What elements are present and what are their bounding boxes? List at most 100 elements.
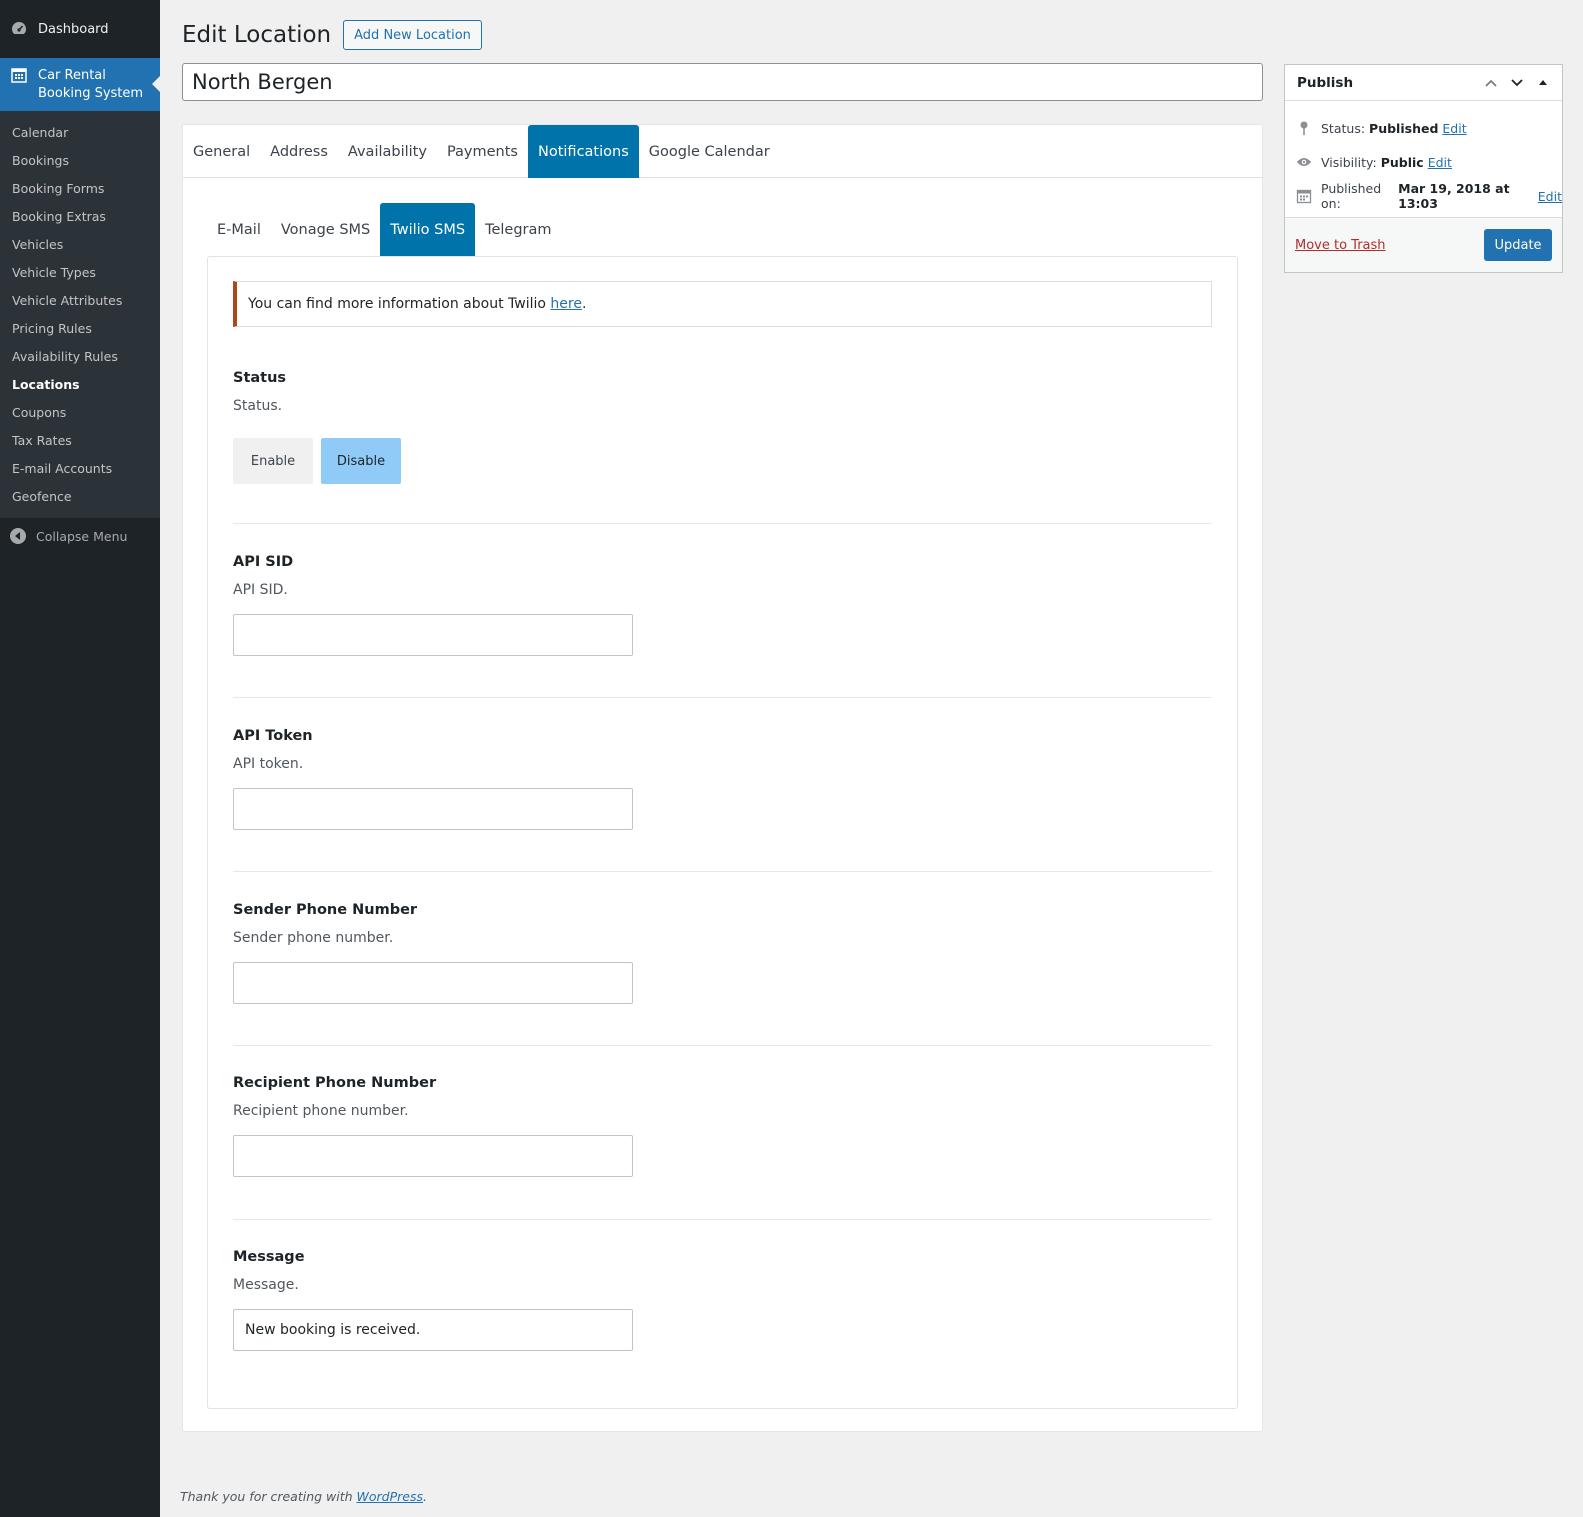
enable-button[interactable]: Enable bbox=[233, 438, 313, 484]
sidebar-item-geofence[interactable]: Geofence bbox=[0, 482, 160, 510]
field-description: Status. bbox=[233, 398, 283, 414]
field-label: Sender Phone Number bbox=[233, 902, 418, 918]
status-value: Published bbox=[1369, 120, 1439, 136]
sidebar-item-dashboard[interactable]: Dashboard bbox=[0, 0, 160, 58]
sidebar-item-tax-rates[interactable]: Tax Rates bbox=[0, 426, 160, 454]
pin-icon bbox=[1296, 120, 1312, 136]
notice-link[interactable]: here bbox=[550, 296, 582, 312]
tab-address[interactable]: Address bbox=[260, 125, 338, 178]
sidebar-item-locations[interactable]: Locations bbox=[0, 370, 160, 398]
subtab-twilio-sms[interactable]: Twilio SMS bbox=[380, 203, 476, 256]
active-menu-arrow bbox=[152, 76, 160, 92]
add-new-location-button[interactable]: Add New Location bbox=[343, 20, 482, 50]
publish-info: Status: Published Edit Visibility: Publi… bbox=[1285, 101, 1562, 213]
api-token-field: API Token API token. bbox=[233, 728, 1212, 830]
admin-footer: Thank you for creating with WordPress. bbox=[180, 1489, 427, 1504]
caret-up-icon[interactable] bbox=[1530, 70, 1556, 96]
status-label: Status: bbox=[1321, 120, 1366, 136]
field-description: API SID. bbox=[233, 582, 288, 598]
message-field: Message Message. New booking is received… bbox=[233, 1249, 1212, 1351]
publish-controls bbox=[1478, 65, 1556, 101]
wordpress-link[interactable]: WordPress bbox=[357, 1489, 423, 1504]
tab-general[interactable]: General bbox=[183, 125, 260, 178]
sidebar-item-label: Dashboard bbox=[38, 21, 109, 37]
sidebar-item-vehicles[interactable]: Vehicles bbox=[0, 230, 160, 258]
main-tabs: General Address Availability Payments No… bbox=[183, 125, 1262, 178]
status-toggle: Enable Disable bbox=[233, 438, 1212, 484]
sender-phone-field: Sender Phone Number Sender phone number. bbox=[233, 902, 1212, 1004]
tab-availability[interactable]: Availability bbox=[338, 125, 437, 178]
publish-status-row: Status: Published Edit bbox=[1285, 111, 1562, 145]
divider bbox=[233, 697, 1212, 698]
recipient-phone-field: Recipient Phone Number Recipient phone n… bbox=[233, 1075, 1212, 1177]
edit-visibility-link[interactable]: Edit bbox=[1428, 155, 1452, 170]
info-notice: You can find more information about Twil… bbox=[233, 281, 1212, 327]
subtab-email[interactable]: E-Mail bbox=[207, 203, 271, 256]
field-label: Status bbox=[233, 370, 287, 386]
calendar-icon bbox=[1296, 188, 1312, 204]
notification-subtabs: E-Mail Vonage SMS Twilio SMS Telegram bbox=[207, 203, 562, 256]
sidebar-item-availability-rules[interactable]: Availability Rules bbox=[0, 342, 160, 370]
field-label: Recipient Phone Number bbox=[233, 1075, 437, 1091]
sidebar-item-vehicle-attributes[interactable]: Vehicle Attributes bbox=[0, 286, 160, 314]
edit-date-link[interactable]: Edit bbox=[1538, 189, 1562, 204]
subtab-telegram[interactable]: Telegram bbox=[475, 203, 561, 256]
eye-icon bbox=[1296, 154, 1312, 170]
sidebar-item-email-accounts[interactable]: E-mail Accounts bbox=[0, 454, 160, 482]
publish-box: Publish Status: Published Edit Visibilit… bbox=[1284, 64, 1563, 273]
admin-sidebar: Dashboard Car Rental Booking System Cale… bbox=[0, 0, 160, 1517]
sidebar-active-label-line2: Booking System bbox=[38, 85, 144, 101]
field-description: API token. bbox=[233, 756, 304, 772]
calendar-icon bbox=[10, 66, 28, 84]
post-title-input[interactable]: North Bergen bbox=[182, 63, 1263, 101]
edit-status-link[interactable]: Edit bbox=[1442, 121, 1466, 136]
publish-header: Publish bbox=[1285, 65, 1562, 101]
divider bbox=[233, 1219, 1212, 1220]
api-sid-field: API SID API SID. bbox=[233, 554, 1212, 656]
field-label: API SID bbox=[233, 554, 294, 570]
api-token-input[interactable] bbox=[233, 788, 633, 830]
divider bbox=[233, 871, 1212, 872]
tab-google-calendar[interactable]: Google Calendar bbox=[639, 125, 780, 178]
field-description: Recipient phone number. bbox=[233, 1103, 409, 1119]
collapse-menu-button[interactable]: Collapse Menu bbox=[0, 518, 160, 554]
field-label: Message bbox=[233, 1249, 305, 1265]
sidebar-active-label: Car Rental Booking System bbox=[38, 67, 143, 103]
publish-title: Publish bbox=[1297, 74, 1354, 91]
publish-actions: Move to Trash Update bbox=[1285, 217, 1562, 272]
chevron-down-icon[interactable] bbox=[1504, 70, 1530, 96]
notice-suffix: . bbox=[581, 296, 587, 312]
update-button[interactable]: Update bbox=[1484, 229, 1552, 261]
notice-text: You can find more information about Twil… bbox=[248, 296, 546, 312]
sender-phone-input[interactable] bbox=[233, 962, 633, 1004]
move-to-trash-link[interactable]: Move to Trash bbox=[1295, 238, 1386, 253]
field-label: API Token bbox=[233, 728, 313, 744]
location-settings-panel: General Address Availability Payments No… bbox=[182, 124, 1263, 1432]
sidebar-item-calendar[interactable]: Calendar bbox=[0, 118, 160, 146]
api-sid-input[interactable] bbox=[233, 614, 633, 656]
sidebar-item-vehicle-types[interactable]: Vehicle Types bbox=[0, 258, 160, 286]
sidebar-item-bookings[interactable]: Bookings bbox=[0, 146, 160, 174]
page-title: Edit Location bbox=[182, 22, 332, 48]
sidebar-item-coupons[interactable]: Coupons bbox=[0, 398, 160, 426]
sidebar-item-booking-forms[interactable]: Booking Forms bbox=[0, 174, 160, 202]
message-input[interactable]: New booking is received. bbox=[233, 1309, 633, 1351]
twilio-settings-panel: You can find more information about Twil… bbox=[207, 256, 1238, 1409]
chevron-up-icon[interactable] bbox=[1478, 70, 1504, 96]
sidebar-submenu: Calendar Bookings Booking Forms Booking … bbox=[0, 111, 160, 518]
tab-notifications[interactable]: Notifications bbox=[528, 125, 639, 178]
publish-visibility-row: Visibility: Public Edit bbox=[1285, 145, 1562, 179]
publish-date-row: Published on: Mar 19, 2018 at 13:03 Edit bbox=[1285, 179, 1562, 213]
field-description: Message. bbox=[233, 1277, 299, 1293]
status-field: Status Status. Enable Disable bbox=[233, 370, 1212, 484]
sidebar-item-booking-extras[interactable]: Booking Extras bbox=[0, 202, 160, 230]
page-header: Edit Location Add New Location bbox=[182, 20, 482, 50]
published-label: Published on: bbox=[1321, 181, 1382, 211]
tab-payments[interactable]: Payments bbox=[437, 125, 528, 178]
divider bbox=[233, 1045, 1212, 1046]
disable-button[interactable]: Disable bbox=[321, 438, 401, 484]
recipient-phone-input[interactable] bbox=[233, 1135, 633, 1177]
subtab-vonage-sms[interactable]: Vonage SMS bbox=[271, 203, 380, 256]
sidebar-item-car-rental[interactable]: Car Rental Booking System bbox=[0, 58, 160, 111]
sidebar-item-pricing-rules[interactable]: Pricing Rules bbox=[0, 314, 160, 342]
